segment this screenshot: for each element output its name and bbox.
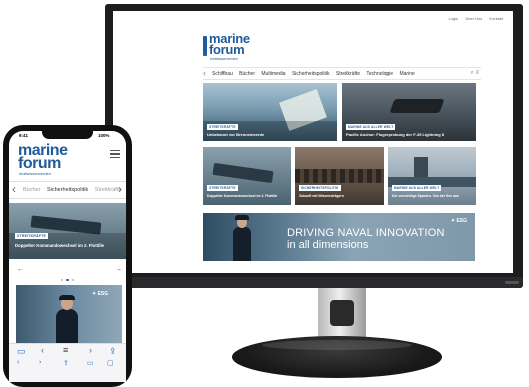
login-link[interactable]: Login <box>448 16 458 21</box>
nav-item-sicherheitspolitik[interactable]: Sicherheitspolitik <box>292 71 330 77</box>
nav-prev-icon[interactable]: ‹ <box>203 68 206 78</box>
card-image-detail <box>212 162 274 184</box>
site-logo[interactable]: marine forum #mitwisserwerden <box>203 32 263 61</box>
monitor-chin <box>105 277 523 288</box>
search-icon[interactable]: ⌕ <box>470 70 473 76</box>
logo-line2: forum <box>209 42 245 57</box>
ad-headline: DRIVING NAVAL INNOVATION <box>287 227 445 239</box>
monitor-screen: Login Über Uns Kontakt marine forum #mit… <box>113 11 513 273</box>
card-badge: Streitkräfte <box>207 124 238 130</box>
back-icon[interactable]: ‹ <box>41 345 44 355</box>
logo-line2: forum <box>18 155 61 172</box>
back-icon[interactable]: ‹ <box>17 359 19 366</box>
nav-item-schiffbau[interactable]: Schiffbau <box>212 71 233 77</box>
logo-tagline: #mitwisserwerden <box>19 171 52 176</box>
phone-browser-toolbar-bottom: ‹ › ⇪ ▭ ▢ <box>9 358 126 370</box>
contact-link[interactable]: Kontakt <box>489 16 503 21</box>
top-links: Login Über Uns Kontakt <box>442 16 503 21</box>
phone-notch <box>42 131 93 139</box>
status-battery: 100% <box>98 133 110 138</box>
card-title: Unbekannt vor Brennemeerde <box>207 132 265 137</box>
forward-icon[interactable]: › <box>89 345 92 355</box>
monitor-power-led <box>505 281 519 284</box>
card-title: Doppelter Kommandowechsel im 2. Flottill… <box>15 243 105 248</box>
carousel-prev-icon[interactable]: ← <box>17 266 24 273</box>
card-title: Pacific Anchor: Flugerprobung der F-35 L… <box>346 132 445 137</box>
phone-nav-item[interactable]: Bücher <box>23 187 40 193</box>
logo-tagline: #mitwisserwerden <box>210 57 239 61</box>
about-link[interactable]: Über Uns <box>465 16 482 21</box>
card-badge: Marine aus aller Welt <box>392 185 442 191</box>
news-card[interactable]: Marine aus aller Welt Pacific Anchor: Fl… <box>342 83 476 141</box>
nav-item-technologie[interactable]: Technologie <box>366 71 393 77</box>
tabs-icon[interactable]: ▢ <box>107 359 114 367</box>
card-title: Doppelter Kommandowechsel im 2. Flottill… <box>207 194 278 198</box>
card-badge: Streitkräfte <box>15 233 49 239</box>
ad-person-image <box>233 215 251 261</box>
monitor-stand-highlight <box>262 340 412 350</box>
ad-brand-logo: ✦ ESG <box>450 218 467 224</box>
card-image-detail <box>30 215 102 235</box>
card-badge: Sicherheitspolitik <box>299 185 341 191</box>
card-image-detail <box>389 99 445 113</box>
share-icon[interactable]: ⇪ <box>63 359 69 367</box>
main-nav: ‹ Schiffbau Bücher Multimedia Sicherheit… <box>203 67 481 80</box>
ad-banner[interactable]: DRIVING NAVAL INNOVATION in all dimensio… <box>203 213 475 261</box>
phone-nav-prev-icon[interactable]: ‹ <box>12 182 16 197</box>
bookmarks-icon[interactable]: ▭ <box>87 359 94 367</box>
ad-subline: in all dimensions <box>287 239 369 251</box>
phone-feature-card[interactable]: Streitkräfte Doppelter Kommandowechsel i… <box>9 203 126 259</box>
card-title: Der vorsichtige Spanien. Von der See aus <box>392 194 459 198</box>
news-card[interactable]: Streitkräfte Unbekannt vor Brennemeerde <box>203 83 337 141</box>
logo-mark <box>203 36 207 56</box>
nav-item-buecher[interactable]: Bücher <box>239 71 255 77</box>
phone-ad-banner[interactable]: ✦ ESG <box>16 285 122 345</box>
nav-item-marine[interactable]: Marine <box>399 71 414 77</box>
phone-nav: ‹ Bücher Sicherheitspolitik Streitkräfte… <box>9 181 126 199</box>
phone-nav-item[interactable]: Sicherheitspolitik <box>47 187 88 193</box>
reader-icon[interactable]: ▭ <box>17 346 26 357</box>
hamburger-menu-icon[interactable] <box>110 150 120 160</box>
monitor-neck-cutout <box>330 300 354 326</box>
card-title: Zukunft mit Wissensträgern <box>299 194 344 198</box>
status-time: 9:41 <box>19 133 29 138</box>
news-card[interactable]: Marine aus aller Welt Der vorsichtige Sp… <box>388 147 476 205</box>
news-card[interactable]: Sicherheitspolitik Zukunft mit Wissenstr… <box>295 147 384 205</box>
carousel-next-icon[interactable]: → <box>115 266 122 273</box>
ad-person-image <box>56 295 78 345</box>
home-indicator-icon[interactable]: ≡ <box>63 345 68 355</box>
nav-item-multimedia[interactable]: Multimedia <box>261 71 285 77</box>
phone-site-logo[interactable]: marine forum #mitwisserwerden <box>18 143 78 178</box>
news-card[interactable]: Streitkräfte Doppelter Kommandowechsel i… <box>203 147 291 205</box>
forward-icon[interactable]: › <box>39 359 41 366</box>
nav-item-streitkraefte[interactable]: Streitkräfte <box>336 71 360 77</box>
menu-icon[interactable]: ≡ <box>475 70 479 76</box>
carousel-dots[interactable] <box>59 268 76 286</box>
share-icon[interactable]: ⇪ <box>109 346 117 357</box>
ad-brand-logo: ✦ ESG <box>92 291 109 297</box>
nav-next-icon[interactable]: › <box>385 68 388 78</box>
card-badge: Streitkräfte <box>207 185 238 191</box>
phone-nav-next-icon[interactable]: › <box>118 182 122 197</box>
card-badge: Marine aus aller Welt <box>346 124 396 130</box>
card-image-detail <box>295 169 384 183</box>
